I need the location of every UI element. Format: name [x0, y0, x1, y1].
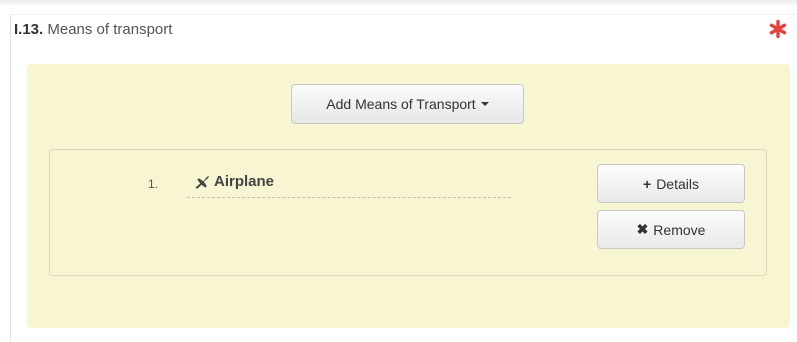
transport-item-name-editable[interactable]: Airplane	[187, 172, 511, 198]
caret-down-icon	[480, 102, 489, 106]
plus-icon: +	[643, 175, 652, 192]
add-means-of-transport-label: Add Means of Transport	[326, 96, 476, 112]
details-button[interactable]: + Details	[597, 164, 745, 203]
page: I.13. Means of transport Add Means of Tr…	[0, 0, 797, 342]
section-code: I.13.	[14, 21, 44, 38]
add-means-of-transport-button[interactable]: Add Means of Transport	[291, 84, 524, 124]
top-shadow	[0, 0, 797, 6]
details-label: Details	[656, 175, 699, 192]
remove-button[interactable]: ✖ Remove	[597, 210, 745, 249]
transport-item-number: 1.	[148, 177, 159, 191]
close-icon: ✖	[636, 221, 649, 237]
transport-item-name: Airplane	[214, 173, 275, 190]
remove-label: Remove	[653, 221, 706, 238]
plane-icon	[195, 176, 209, 189]
section-title: I.13. Means of transport	[14, 20, 172, 40]
section-title-text: Means of transport	[47, 21, 173, 38]
required-asterisk-icon	[769, 19, 787, 39]
